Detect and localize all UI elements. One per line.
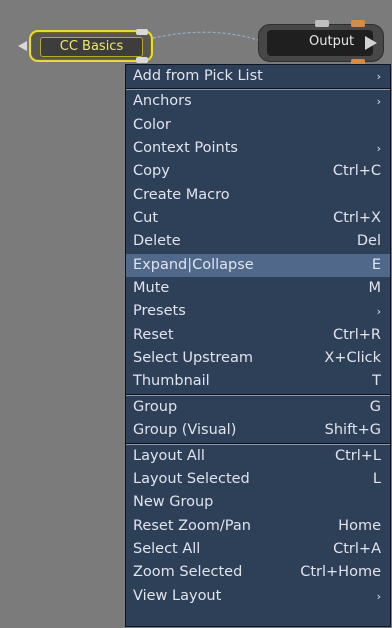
menu-item-label: Cut [133, 210, 158, 227]
node-connection-line [152, 31, 259, 41]
menu-item-label: Copy [133, 163, 170, 180]
node-label: Output [267, 30, 373, 56]
menu-item-shortcut: Ctrl+A [333, 540, 381, 557]
input-arrow-icon [18, 41, 27, 51]
menu-item-select-all[interactable]: Select All Ctrl+A [126, 538, 390, 561]
chevron-right-icon: › [376, 70, 381, 83]
menu-item-context-points[interactable]: Context Points › [126, 137, 390, 160]
context-menu: Add from Pick List › Anchors › Color Contex… [125, 64, 391, 627]
menu-item-label: Anchors [133, 93, 192, 110]
chevron-right-icon: › [376, 589, 381, 603]
node-socket-top[interactable] [136, 29, 148, 35]
menu-item-label: Layout Selected [133, 470, 250, 487]
menu-item-shortcut: Ctrl+L [334, 447, 381, 464]
node-socket-input[interactable] [315, 20, 329, 27]
menu-section-grouping: Group G Group (Visual) Shift+G [126, 396, 390, 444]
menu-item-copy[interactable]: Copy Ctrl+C [126, 160, 390, 183]
menu-item-layout-all[interactable]: Layout All Ctrl+L [126, 445, 390, 468]
menu-item-mute[interactable]: Mute M [126, 277, 390, 300]
menu-item-shortcut: Home [338, 517, 381, 534]
menu-item-label: Group [133, 398, 178, 415]
menu-item-shortcut: Del [356, 233, 381, 250]
menu-item-label: Create Macro [133, 186, 230, 203]
chevron-right-icon: › [376, 142, 381, 156]
play-icon[interactable] [365, 36, 377, 50]
menu-item-reset-zoom-pan[interactable]: Reset Zoom/Pan Home [126, 515, 390, 538]
menu-item-label: Group (Visual) [133, 422, 237, 439]
menu-item-shortcut: Ctrl+C [332, 163, 381, 180]
menu-item-label: Reset Zoom/Pan [133, 517, 251, 534]
menu-item-anchors[interactable]: Anchors › [126, 90, 390, 113]
menu-item-layout-selected[interactable]: Layout Selected L [126, 468, 390, 491]
menu-item-shortcut: Ctrl+Home [300, 564, 381, 581]
chevron-right-icon: › [376, 305, 381, 319]
menu-item-label: Reset [133, 326, 174, 343]
node-socket-bottom[interactable] [136, 57, 148, 63]
menu-item-cut[interactable]: Cut Ctrl+X [126, 207, 390, 230]
menu-item-shortcut: T [372, 373, 381, 390]
menu-item-color[interactable]: Color [126, 114, 390, 137]
menu-item-shortcut: M [368, 280, 381, 297]
node-socket-top-orange[interactable] [351, 20, 365, 27]
menu-item-shortcut: G [369, 398, 381, 415]
menu-item-add-from-pick-list[interactable]: Add from Pick List › [126, 65, 390, 88]
menu-item-select-upstream[interactable]: Select Upstream X+Click [126, 347, 390, 370]
menu-item-label: View Layout [133, 587, 222, 604]
menu-item-label: Select Upstream [133, 350, 253, 367]
menu-item-label: Expand|Collapse [133, 256, 254, 273]
menu-item-zoom-selected[interactable]: Zoom Selected Ctrl+Home [126, 561, 390, 584]
node-label: CC Basics [40, 37, 143, 57]
menu-item-expand-collapse[interactable]: Expand|Collapse E [126, 253, 390, 278]
menu-item-shortcut: Ctrl+R [332, 326, 381, 343]
menu-item-new-group[interactable]: New Group [126, 491, 390, 514]
menu-item-view-layout[interactable]: View Layout › [126, 585, 390, 608]
menu-item-label: New Group [133, 494, 214, 511]
menu-item-thumbnail[interactable]: Thumbnail T [126, 370, 390, 393]
menu-item-label: Mute [133, 280, 170, 297]
menu-item-label: Color [133, 116, 171, 133]
menu-item-label: Thumbnail [133, 373, 210, 390]
menu-section-view: Layout All Ctrl+L Layout Selected L New Grou… [126, 445, 390, 608]
menu-item-label: Zoom Selected [133, 564, 243, 581]
menu-item-shortcut: Ctrl+X [333, 210, 381, 227]
menu-item-shortcut: Shift+G [324, 422, 381, 439]
menu-item-label: Context Points [133, 140, 238, 157]
menu-item-shortcut: L [372, 470, 381, 487]
menu-item-reset[interactable]: Reset Ctrl+R [126, 324, 390, 347]
menu-item-label: Select All [133, 540, 201, 557]
menu-item-label: Layout All [133, 447, 205, 464]
menu-item-create-macro[interactable]: Create Macro [126, 184, 390, 207]
menu-item-label: Delete [133, 233, 181, 250]
node-cc-basics[interactable]: CC Basics [29, 29, 153, 63]
menu-item-presets[interactable]: Presets › [126, 300, 390, 323]
chevron-right-icon: › [376, 95, 381, 109]
menu-item-shortcut: E [371, 256, 381, 273]
menu-item-label: Presets [133, 303, 186, 320]
menu-section-top: Add from Pick List › [126, 65, 390, 90]
menu-section-node-actions: Anchors › Color Context Points › Copy Ctrl+C Cr… [126, 90, 390, 395]
menu-item-label: Add from Pick List [133, 68, 263, 84]
menu-item-group-visual[interactable]: Group (Visual) Shift+G [126, 419, 390, 442]
menu-item-shortcut: X+Click [324, 350, 381, 367]
node-output[interactable]: Output [258, 20, 384, 66]
menu-item-delete[interactable]: Delete Del [126, 230, 390, 253]
menu-item-group[interactable]: Group G [126, 396, 390, 419]
